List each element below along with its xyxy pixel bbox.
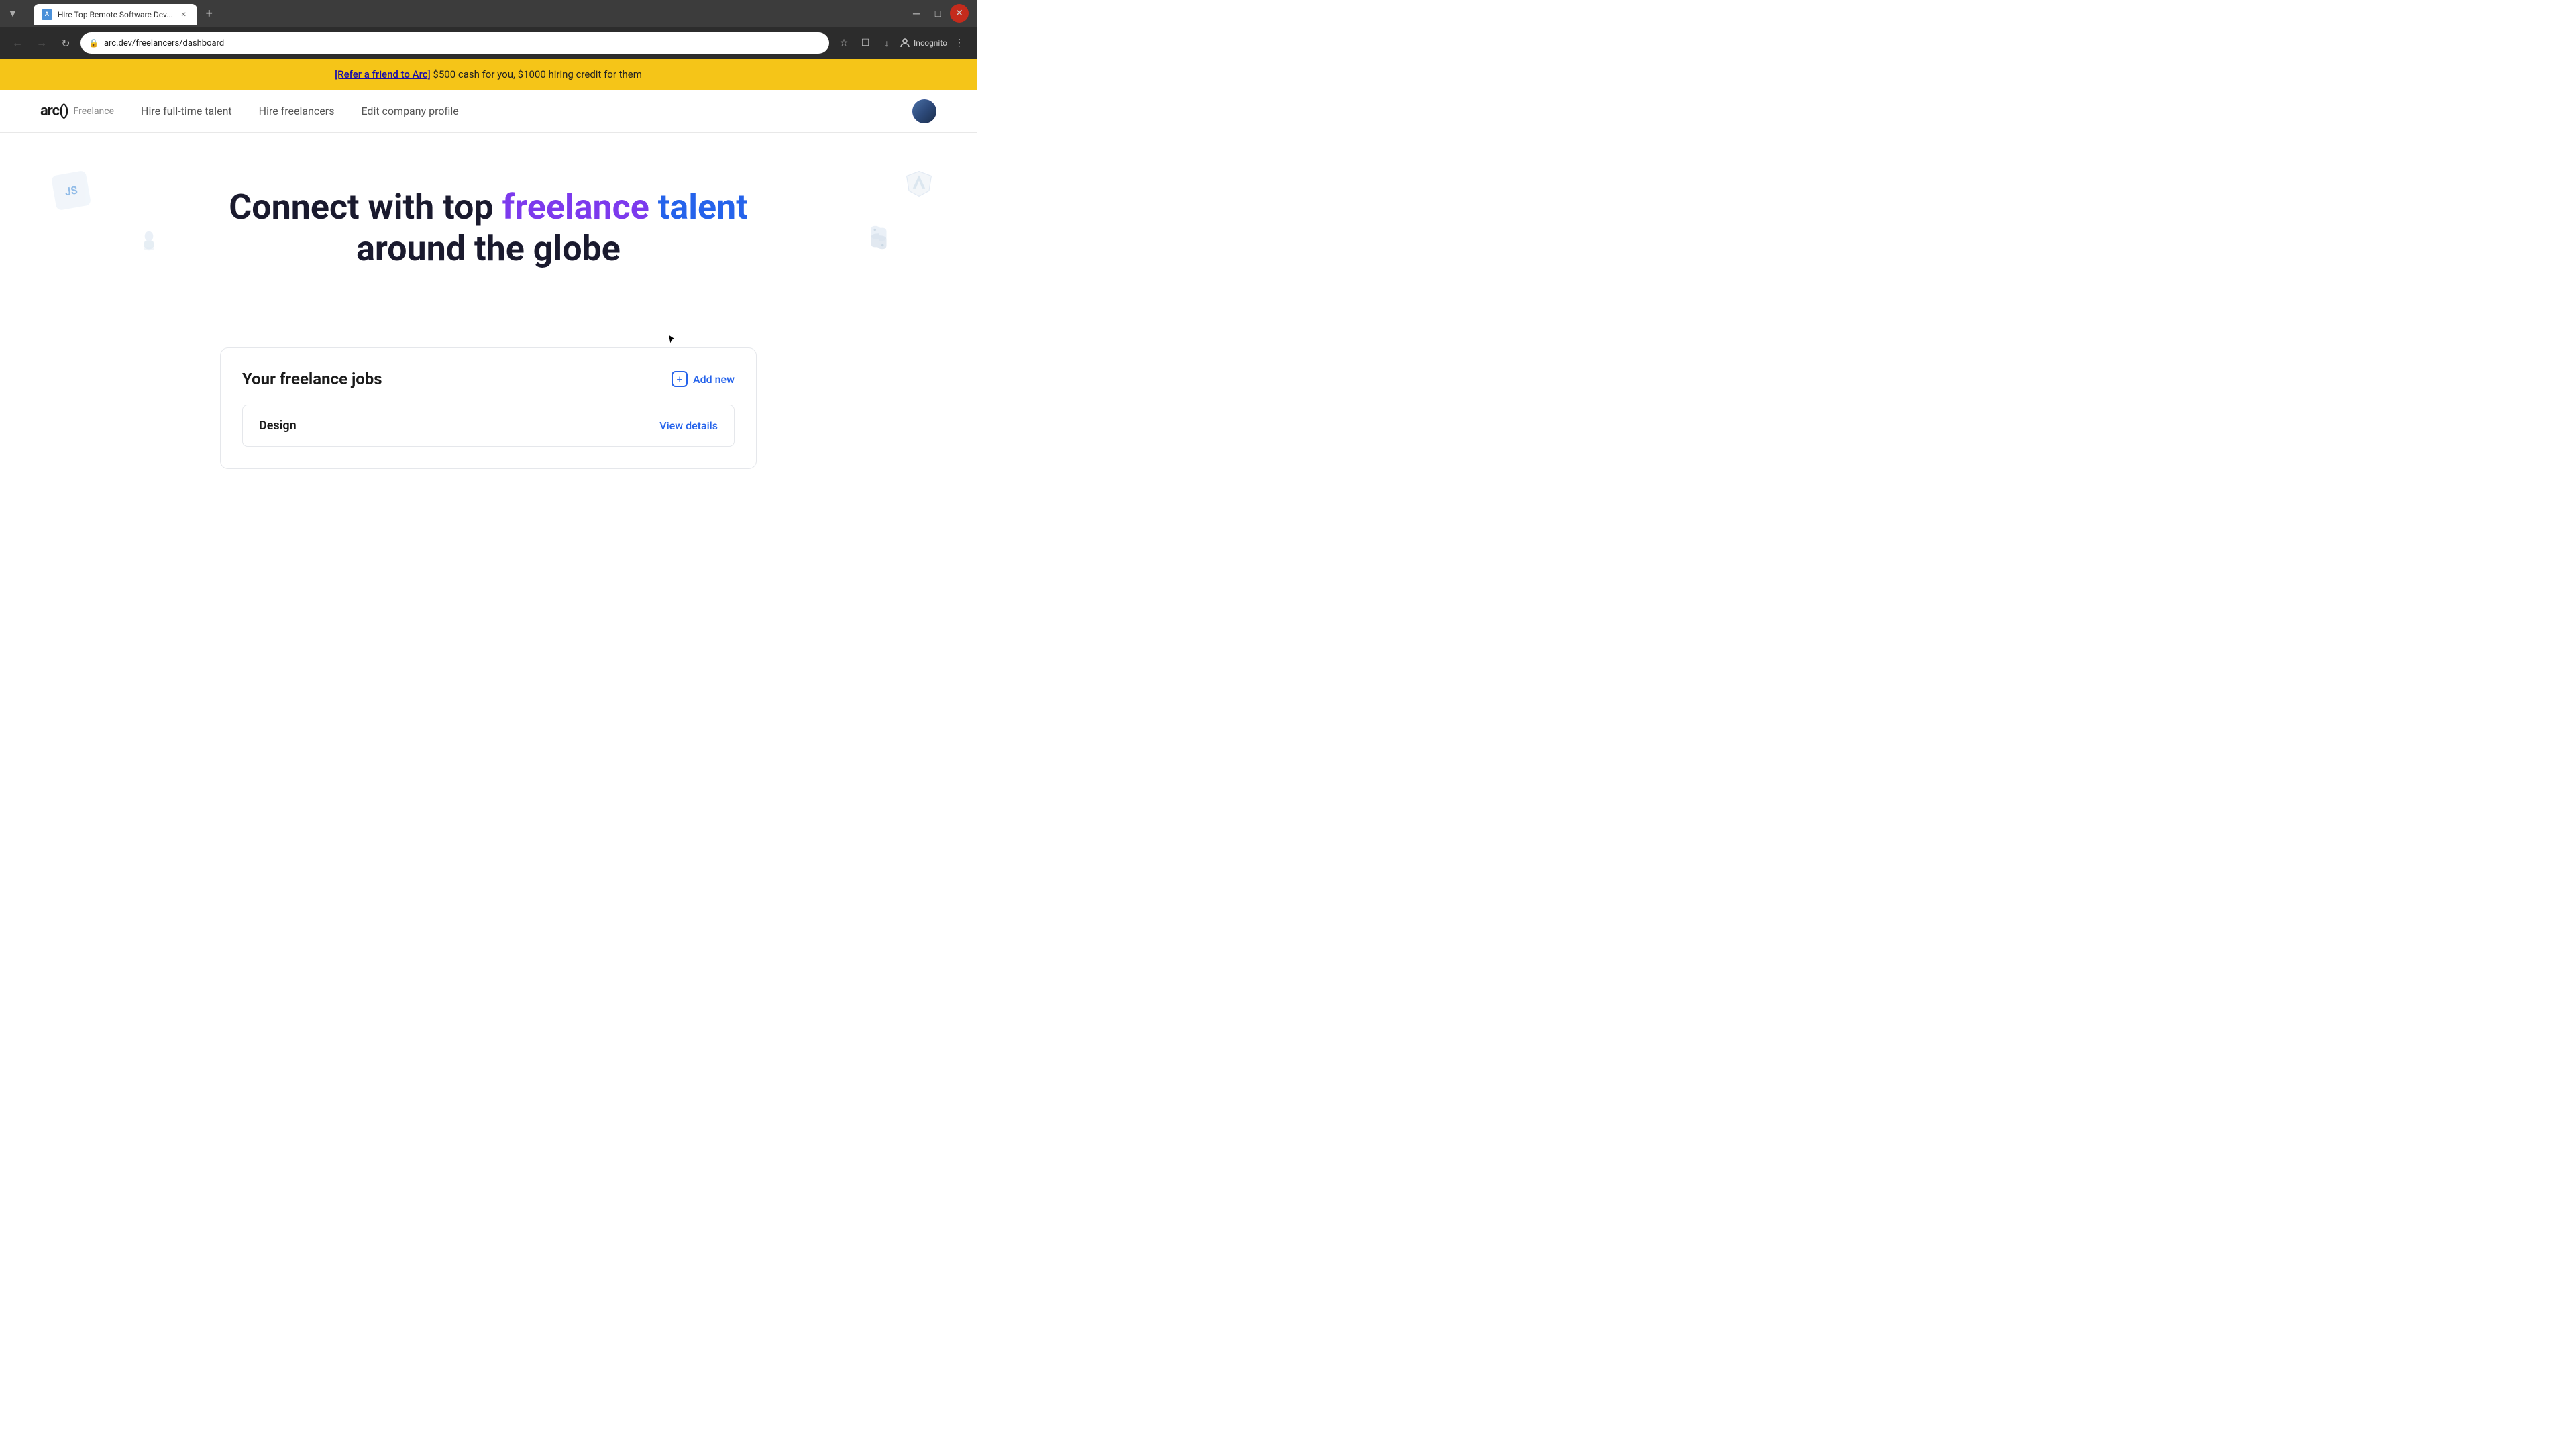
back-btn[interactable]: ← xyxy=(8,34,27,52)
download-btn[interactable]: ↓ xyxy=(877,34,896,52)
job-name: Design xyxy=(259,419,297,433)
user-avatar[interactable] xyxy=(912,99,936,123)
logo-tag: Freelance xyxy=(74,106,115,117)
nav-hire-freelancers[interactable]: Hire freelancers xyxy=(259,105,335,117)
address-bar[interactable]: 🔒 arc.dev/freelancers/dashboard xyxy=(80,32,829,54)
add-new-btn[interactable]: + Add new xyxy=(672,371,735,387)
nav-hire-fulltime[interactable]: Hire full-time talent xyxy=(141,105,232,117)
browser-window: ▼ A Hire Top Remote Software Dev... ✕ + … xyxy=(0,0,977,59)
title-bar-controls: ▼ xyxy=(8,8,20,19)
menu-btn[interactable]: ⋮ xyxy=(950,34,969,52)
angular-icon xyxy=(902,166,936,201)
jobs-section-title: Your freelance jobs xyxy=(242,370,382,388)
jobs-header: Your freelance jobs + Add new xyxy=(242,370,735,388)
js-icon: JS xyxy=(51,170,91,211)
promo-banner: [Refer a friend to Arc] $500 cash for yo… xyxy=(0,59,977,90)
maximize-btn[interactable]: □ xyxy=(928,4,947,23)
nav-header: arc() Freelance Hire full-time talent Hi… xyxy=(0,90,977,133)
incognito-label: Incognito xyxy=(914,38,947,48)
address-bar-actions: ☆ ☐ ↓ Incognito ⋮ xyxy=(835,34,969,52)
avatar-image xyxy=(912,99,936,123)
jobs-section: Your freelance jobs + Add new Design Vie… xyxy=(180,347,797,509)
logo-area: arc() Freelance xyxy=(40,103,114,119)
java-icon xyxy=(134,227,164,256)
hero-title-part1: Connect with top xyxy=(229,186,502,227)
logo-text: arc() xyxy=(40,103,68,119)
hero-section: JS Connect with top freelance ta xyxy=(0,133,977,347)
add-icon: + xyxy=(672,371,688,387)
add-new-label: Add new xyxy=(693,373,735,386)
hero-title-accent1: freelance xyxy=(502,186,649,227)
url-text: arc.dev/freelancers/dashboard xyxy=(104,38,821,48)
tab-favicon: A xyxy=(42,9,52,20)
minimize-btn[interactable]: ─ xyxy=(907,4,926,23)
tab-close-btn[interactable]: ✕ xyxy=(178,9,189,20)
python-icon xyxy=(861,220,896,255)
nav-edit-profile[interactable]: Edit company profile xyxy=(361,105,458,117)
view-details-btn[interactable]: View details xyxy=(659,419,718,432)
address-bar-row: ← → ↻ 🔒 arc.dev/freelancers/dashboard ☆ … xyxy=(0,27,977,59)
incognito-badge: Incognito xyxy=(899,37,947,49)
window-controls: ─ □ ✕ xyxy=(907,4,969,23)
jobs-card: Your freelance jobs + Add new Design Vie… xyxy=(220,347,757,469)
bookmark-btn[interactable]: ☆ xyxy=(835,34,853,52)
lock-icon: 🔒 xyxy=(89,38,99,48)
new-tab-btn[interactable]: + xyxy=(200,4,219,23)
banner-message: $500 cash for you, $1000 hiring credit f… xyxy=(431,68,642,80)
active-tab[interactable]: A Hire Top Remote Software Dev... ✕ xyxy=(34,4,197,25)
tab-title: Hire Top Remote Software Dev... xyxy=(58,10,173,19)
job-item: Design View details xyxy=(242,405,735,447)
reload-btn[interactable]: ↻ xyxy=(56,34,75,52)
close-btn[interactable]: ✕ xyxy=(950,4,969,23)
nav-links: Hire full-time talent Hire freelancers E… xyxy=(141,105,885,117)
title-bar: ▼ A Hire Top Remote Software Dev... ✕ + … xyxy=(0,0,977,27)
refer-link[interactable]: [Refer a friend to Arc] xyxy=(335,68,431,80)
extensions-btn[interactable]: ☐ xyxy=(856,34,875,52)
forward-btn[interactable]: → xyxy=(32,34,51,52)
tab-bar: A Hire Top Remote Software Dev... ✕ + xyxy=(25,1,896,25)
hero-title-part2: around the globe xyxy=(356,228,621,269)
hero-title-accent2: talent xyxy=(658,186,748,227)
window-dropdown-btn[interactable]: ▼ xyxy=(8,8,17,19)
page-content: [Refer a friend to Arc] $500 cash for yo… xyxy=(0,59,977,509)
hero-title-space xyxy=(649,186,658,227)
hero-title: Connect with top freelance talent around … xyxy=(220,186,757,270)
